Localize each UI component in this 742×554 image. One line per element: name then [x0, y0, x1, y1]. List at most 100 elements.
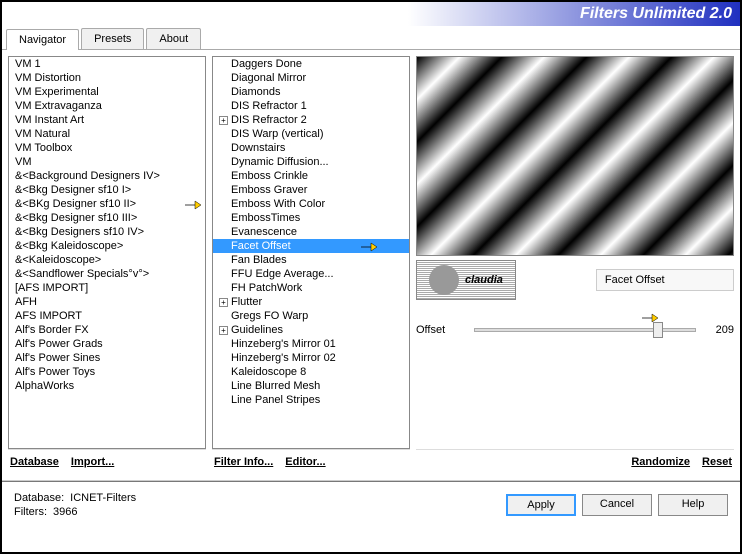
- filter-item[interactable]: EmbossTimes: [213, 211, 409, 225]
- database-link[interactable]: Database: [10, 456, 59, 468]
- category-item[interactable]: AFH: [9, 295, 205, 309]
- category-item[interactable]: &<Sandflower Specials°v°>: [9, 267, 205, 281]
- filter-item[interactable]: FH PatchWork: [213, 281, 409, 295]
- preview-image: [416, 56, 734, 256]
- expand-icon[interactable]: +: [219, 326, 228, 335]
- status-filters-value: 3966: [53, 506, 77, 518]
- filter-item[interactable]: +Guidelines: [213, 323, 409, 337]
- filter-item-label: Dynamic Diffusion...: [231, 156, 329, 168]
- category-item[interactable]: VM Distortion: [9, 71, 205, 85]
- category-item[interactable]: VM Extravaganza: [9, 99, 205, 113]
- filter-item-label: DIS Warp (vertical): [231, 128, 324, 140]
- status-db-label: Database:: [14, 492, 64, 504]
- param-offset-slider[interactable]: [474, 328, 696, 332]
- category-item[interactable]: VM Toolbox: [9, 141, 205, 155]
- filter-item[interactable]: Kaleidoscope 8: [213, 365, 409, 379]
- reset-link[interactable]: Reset: [702, 456, 732, 468]
- param-offset-row: Offset 209: [416, 324, 734, 336]
- editor-link[interactable]: Editor...: [285, 456, 325, 468]
- filter-list[interactable]: Daggers DoneDiagonal MirrorDiamondsDIS R…: [212, 56, 410, 449]
- category-item[interactable]: &<BKg Designer sf10 II>: [9, 197, 205, 211]
- category-item[interactable]: &<Bkg Designer sf10 I>: [9, 183, 205, 197]
- expand-icon[interactable]: +: [219, 116, 228, 125]
- filter-item[interactable]: Emboss With Color: [213, 197, 409, 211]
- watermark-text: claudia: [465, 274, 503, 286]
- filter-item-label: Guidelines: [231, 324, 283, 336]
- cancel-button[interactable]: Cancel: [582, 494, 652, 516]
- category-item[interactable]: &<Kaleidoscope>: [9, 253, 205, 267]
- main-panel: VM 1VM DistortionVM ExperimentalVM Extra…: [2, 50, 740, 480]
- filter-item-label: Emboss With Color: [231, 198, 325, 210]
- filter-item[interactable]: Downstairs: [213, 141, 409, 155]
- filter-title-row: claudia Facet Offset: [416, 256, 734, 300]
- pointer-hand-icon: [359, 240, 379, 254]
- category-item[interactable]: [AFS IMPORT]: [9, 281, 205, 295]
- filter-item[interactable]: FFU Edge Average...: [213, 267, 409, 281]
- filter-item-label: Hinzeberg's Mirror 01: [231, 338, 336, 350]
- expand-icon[interactable]: +: [219, 298, 228, 307]
- filter-item[interactable]: Facet Offset: [213, 239, 409, 253]
- watermark-icon: [429, 265, 459, 295]
- category-item[interactable]: AlphaWorks: [9, 379, 205, 393]
- filter-item-label: DIS Refractor 1: [231, 100, 307, 112]
- category-item[interactable]: &<Bkg Designer sf10 III>: [9, 211, 205, 225]
- filter-item[interactable]: Line Blurred Mesh: [213, 379, 409, 393]
- tab-navigator[interactable]: Navigator: [6, 29, 79, 50]
- filter-column: Daggers DoneDiagonal MirrorDiamondsDIS R…: [212, 56, 410, 474]
- randomize-link[interactable]: Randomize: [631, 456, 690, 468]
- category-item[interactable]: AFS IMPORT: [9, 309, 205, 323]
- filter-item[interactable]: Daggers Done: [213, 57, 409, 71]
- filter-item[interactable]: DIS Warp (vertical): [213, 127, 409, 141]
- category-item[interactable]: &<Bkg Designers sf10 IV>: [9, 225, 205, 239]
- import-link[interactable]: Import...: [71, 456, 114, 468]
- header: Filters Unlimited 2.0: [2, 2, 740, 26]
- category-item[interactable]: Alf's Power Grads: [9, 337, 205, 351]
- category-column: VM 1VM DistortionVM ExperimentalVM Extra…: [8, 56, 206, 474]
- filter-item-label: Flutter: [231, 296, 262, 308]
- filter-item[interactable]: Hinzeberg's Mirror 02: [213, 351, 409, 365]
- filter-item[interactable]: Line Panel Stripes: [213, 393, 409, 407]
- filter-item-label: FH PatchWork: [231, 282, 302, 294]
- category-item[interactable]: Alf's Power Sines: [9, 351, 205, 365]
- filter-item-label: Emboss Graver: [231, 184, 307, 196]
- category-item[interactable]: &<Bkg Kaleidoscope>: [9, 239, 205, 253]
- param-offset-label: Offset: [416, 324, 466, 336]
- app-title: Filters Unlimited 2.0: [580, 5, 732, 23]
- filter-item-label: Facet Offset: [231, 240, 291, 252]
- apply-button[interactable]: Apply: [506, 494, 576, 516]
- watermark: claudia: [416, 260, 516, 300]
- filter-item[interactable]: Dynamic Diffusion...: [213, 155, 409, 169]
- filter-info-link[interactable]: Filter Info...: [214, 456, 273, 468]
- param-offset-value: 209: [704, 324, 734, 336]
- status-db-value: ICNET-Filters: [70, 492, 136, 504]
- filter-item[interactable]: Diagonal Mirror: [213, 71, 409, 85]
- tab-about[interactable]: About: [146, 28, 201, 49]
- status-info: Database: ICNET-Filters Filters: 3966: [14, 492, 136, 518]
- filter-item-label: Line Panel Stripes: [231, 394, 320, 406]
- filter-item[interactable]: +DIS Refractor 2: [213, 113, 409, 127]
- filter-item[interactable]: Evanescence: [213, 225, 409, 239]
- category-item[interactable]: VM Instant Art: [9, 113, 205, 127]
- filter-item[interactable]: DIS Refractor 1: [213, 99, 409, 113]
- category-item[interactable]: VM: [9, 155, 205, 169]
- category-item[interactable]: Alf's Border FX: [9, 323, 205, 337]
- category-item[interactable]: VM Experimental: [9, 85, 205, 99]
- category-item[interactable]: Alf's Power Toys: [9, 365, 205, 379]
- filter-item-label: Downstairs: [231, 142, 285, 154]
- dialog-buttons: Apply Cancel Help: [506, 494, 728, 516]
- filter-item[interactable]: Fan Blades: [213, 253, 409, 267]
- filter-item[interactable]: Diamonds: [213, 85, 409, 99]
- category-item[interactable]: VM 1: [9, 57, 205, 71]
- filter-item[interactable]: Hinzeberg's Mirror 01: [213, 337, 409, 351]
- filter-item-label: Diagonal Mirror: [231, 72, 306, 84]
- filter-item[interactable]: Emboss Crinkle: [213, 169, 409, 183]
- category-item[interactable]: VM Natural: [9, 127, 205, 141]
- filter-item[interactable]: +Flutter: [213, 295, 409, 309]
- filter-item[interactable]: Gregs FO Warp: [213, 309, 409, 323]
- filter-item[interactable]: Emboss Graver: [213, 183, 409, 197]
- help-button[interactable]: Help: [658, 494, 728, 516]
- category-item[interactable]: &<Background Designers IV>: [9, 169, 205, 183]
- category-list[interactable]: VM 1VM DistortionVM ExperimentalVM Extra…: [8, 56, 206, 449]
- tab-presets[interactable]: Presets: [81, 28, 144, 49]
- filter-item-label: Evanescence: [231, 226, 297, 238]
